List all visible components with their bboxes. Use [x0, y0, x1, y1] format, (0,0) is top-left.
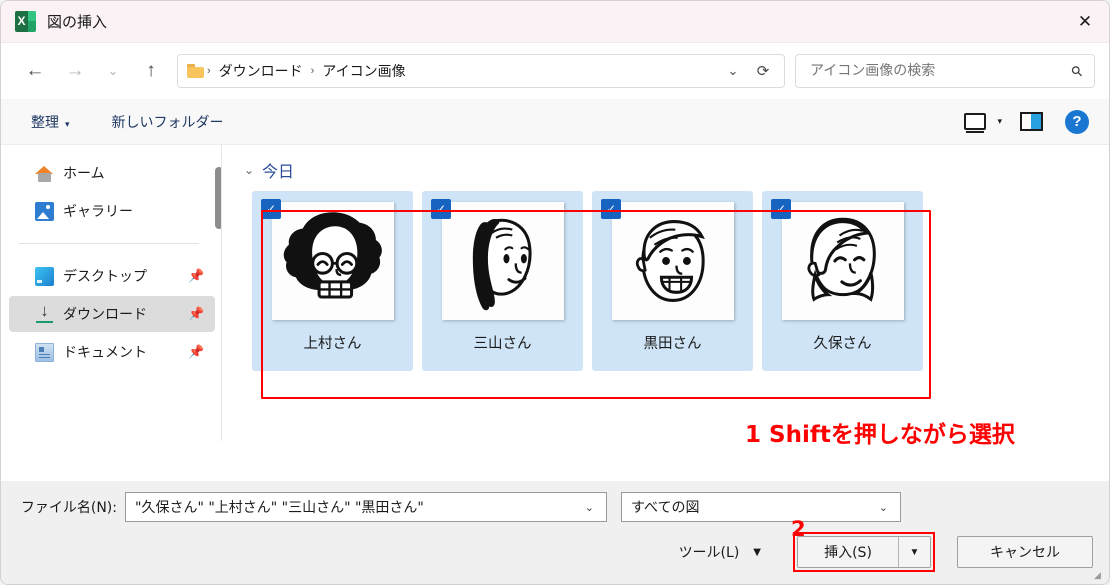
pin-icon: 📌 — [188, 344, 205, 359]
chevron-down-icon[interactable]: ⌄ — [718, 63, 748, 79]
organize-label: 整理 — [31, 114, 59, 131]
back-button[interactable]: ← — [15, 54, 55, 88]
filename-value: "久保さん" "上村さん" "三山さん" "黒田さん" — [135, 500, 424, 516]
file-name-label: 黒田さん — [643, 336, 702, 352]
search-box[interactable]: ⚲ — [795, 54, 1095, 88]
file-name-label: 久保さん — [813, 336, 872, 352]
filetype-dropdown[interactable]: すべての図 ⌄ — [621, 492, 901, 522]
dialog-footer: ファイル名(N): "久保さん" "上村さん" "三山さん" "黒田さん" ⌄ … — [1, 481, 1109, 584]
view-chevron-down-icon[interactable]: ▾ — [997, 116, 1002, 127]
sidebar-item-home[interactable]: ホーム — [9, 155, 215, 191]
file-thumbnail — [271, 202, 394, 320]
annotation-step-2: 2 — [791, 517, 806, 541]
ponytail-face-icon — [472, 218, 532, 311]
file-thumbnail — [611, 202, 734, 320]
sidebar-item-label: ドキュメント — [63, 345, 147, 361]
refresh-icon[interactable]: ⟳ — [748, 62, 778, 80]
dialog-body: ホーム ギャラリー デスクトップ 📌 ダウンロード 📌 ドキュメント 📌 — [1, 145, 1109, 441]
file-item[interactable]: ✓ 黒田さん — [592, 191, 753, 371]
sidebar-item-gallery[interactable]: ギャラリー — [9, 193, 215, 229]
breadcrumb-item-downloads[interactable]: ダウンロード — [212, 58, 310, 84]
filename-input[interactable]: "久保さん" "上村さん" "三山さん" "黒田さん" ⌄ — [125, 492, 607, 522]
pin-icon: 📌 — [188, 306, 205, 321]
navigation-bar: ← → ⌄ ↑ › ダウンロード › アイコン画像 ⌄ ⟳ ⚲ — [1, 43, 1109, 99]
navigation-pane: ホーム ギャラリー デスクトップ 📌 ダウンロード 📌 ドキュメント 📌 — [1, 145, 221, 441]
tools-label: ツール(L) — [678, 545, 740, 561]
file-grid: ✓ 上村さん ✓ 三山さん ✓ 黒田さん ✓ 久保さん — [244, 191, 1109, 371]
selection-checkbox[interactable]: ✓ — [261, 199, 281, 219]
download-icon — [35, 301, 54, 324]
sidebar-divider — [19, 243, 199, 244]
search-input[interactable] — [808, 62, 1072, 80]
selection-checkbox[interactable]: ✓ — [431, 199, 451, 219]
file-thumbnail — [781, 202, 904, 320]
tools-button[interactable]: ツール(L) ▼ — [679, 542, 761, 562]
sidebar-item-label: ギャラリー — [63, 204, 133, 220]
window-title: 図の挿入 — [47, 13, 108, 31]
sidebar-item-desktop[interactable]: デスクトップ 📌 — [9, 258, 215, 294]
file-item[interactable]: ✓ 上村さん — [252, 191, 413, 371]
desktop-icon — [35, 266, 54, 286]
view-options-icon[interactable] — [964, 113, 987, 133]
home-icon — [35, 164, 54, 183]
filename-label: ファイル名(N): — [20, 500, 117, 516]
file-list-pane: ⌄ 今日 ✓ 上村さん ✓ 三山さん ✓ 黒田さん ✓ 久保さん — [222, 145, 1109, 441]
recent-locations-button[interactable]: ⌄ — [95, 54, 131, 88]
cancel-button[interactable]: キャンセル — [957, 536, 1093, 568]
close-icon[interactable]: ✕ — [1061, 1, 1109, 43]
filename-row: ファイル名(N): "久保さん" "上村さん" "三山さん" "黒田さん" ⌄ … — [1, 492, 1109, 522]
file-thumbnail — [441, 202, 564, 320]
file-name-label: 上村さん — [303, 336, 362, 352]
chevron-down-icon[interactable]: ⌄ — [579, 501, 600, 514]
chevron-down-icon[interactable]: ▼ — [753, 547, 761, 558]
long-hair-face-icon — [807, 217, 876, 302]
sidebar-scrollbar[interactable] — [215, 153, 221, 429]
sidebar-item-downloads[interactable]: ダウンロード 📌 — [9, 296, 215, 332]
breadcrumb-item-current[interactable]: アイコン画像 — [315, 58, 412, 84]
command-bar: 整理 ▾ 新しいフォルダー ▾ ? — [1, 99, 1109, 145]
title-bar: X 図の挿入 ✕ — [1, 1, 1109, 43]
organize-button[interactable]: 整理 ▾ — [21, 107, 80, 137]
file-group-label: 今日 — [262, 162, 295, 181]
resize-grip-icon[interactable]: ◢ — [1094, 570, 1104, 580]
short-hair-face-icon — [635, 220, 705, 302]
pin-icon: 📌 — [188, 268, 205, 283]
gallery-icon — [35, 201, 54, 221]
footer-button-row: ツール(L) ▼ 挿入(S) ▼ キャンセル — [1, 532, 1109, 572]
selection-checkbox[interactable]: ✓ — [601, 199, 621, 219]
folder-icon — [187, 64, 204, 78]
file-item[interactable]: ✓ 久保さん — [762, 191, 923, 371]
annotation-step-1: 1 Shiftを押しながら選択 — [745, 422, 1015, 448]
forward-button[interactable]: → — [55, 54, 95, 88]
sidebar-item-label: ホーム — [63, 166, 105, 182]
afro-glasses-face-icon — [283, 212, 382, 299]
up-button[interactable]: ↑ — [131, 54, 171, 88]
insert-highlight-rectangle — [793, 532, 935, 572]
insert-picture-dialog: X 図の挿入 ✕ ← → ⌄ ↑ › ダウンロード › アイコン画像 ⌄ ⟳ ⚲… — [0, 0, 1110, 585]
chevron-down-icon[interactable]: ⌄ — [244, 163, 262, 177]
preview-pane-icon[interactable] — [1020, 112, 1043, 131]
scrollbar-thumb[interactable] — [215, 167, 221, 229]
file-name-label: 三山さん — [473, 336, 532, 352]
file-item[interactable]: ✓ 三山さん — [422, 191, 583, 371]
chevron-down-icon[interactable]: ⌄ — [873, 501, 894, 514]
help-icon[interactable]: ? — [1065, 109, 1089, 134]
insert-button-group: 挿入(S) ▼ — [793, 532, 935, 572]
file-group-header[interactable]: ⌄ 今日 — [244, 157, 1109, 183]
selection-checkbox[interactable]: ✓ — [771, 199, 791, 219]
sidebar-item-label: デスクトップ — [63, 269, 147, 285]
filetype-value: すべての図 — [631, 500, 700, 516]
address-bar[interactable]: › ダウンロード › アイコン画像 ⌄ ⟳ — [177, 54, 785, 88]
excel-icon: X — [15, 11, 36, 32]
sidebar-item-label: ダウンロード — [63, 307, 147, 323]
chevron-down-icon: ▾ — [65, 119, 70, 130]
document-icon — [35, 342, 54, 362]
sidebar-item-documents[interactable]: ドキュメント 📌 — [9, 334, 215, 370]
new-folder-button[interactable]: 新しいフォルダー — [102, 107, 234, 137]
